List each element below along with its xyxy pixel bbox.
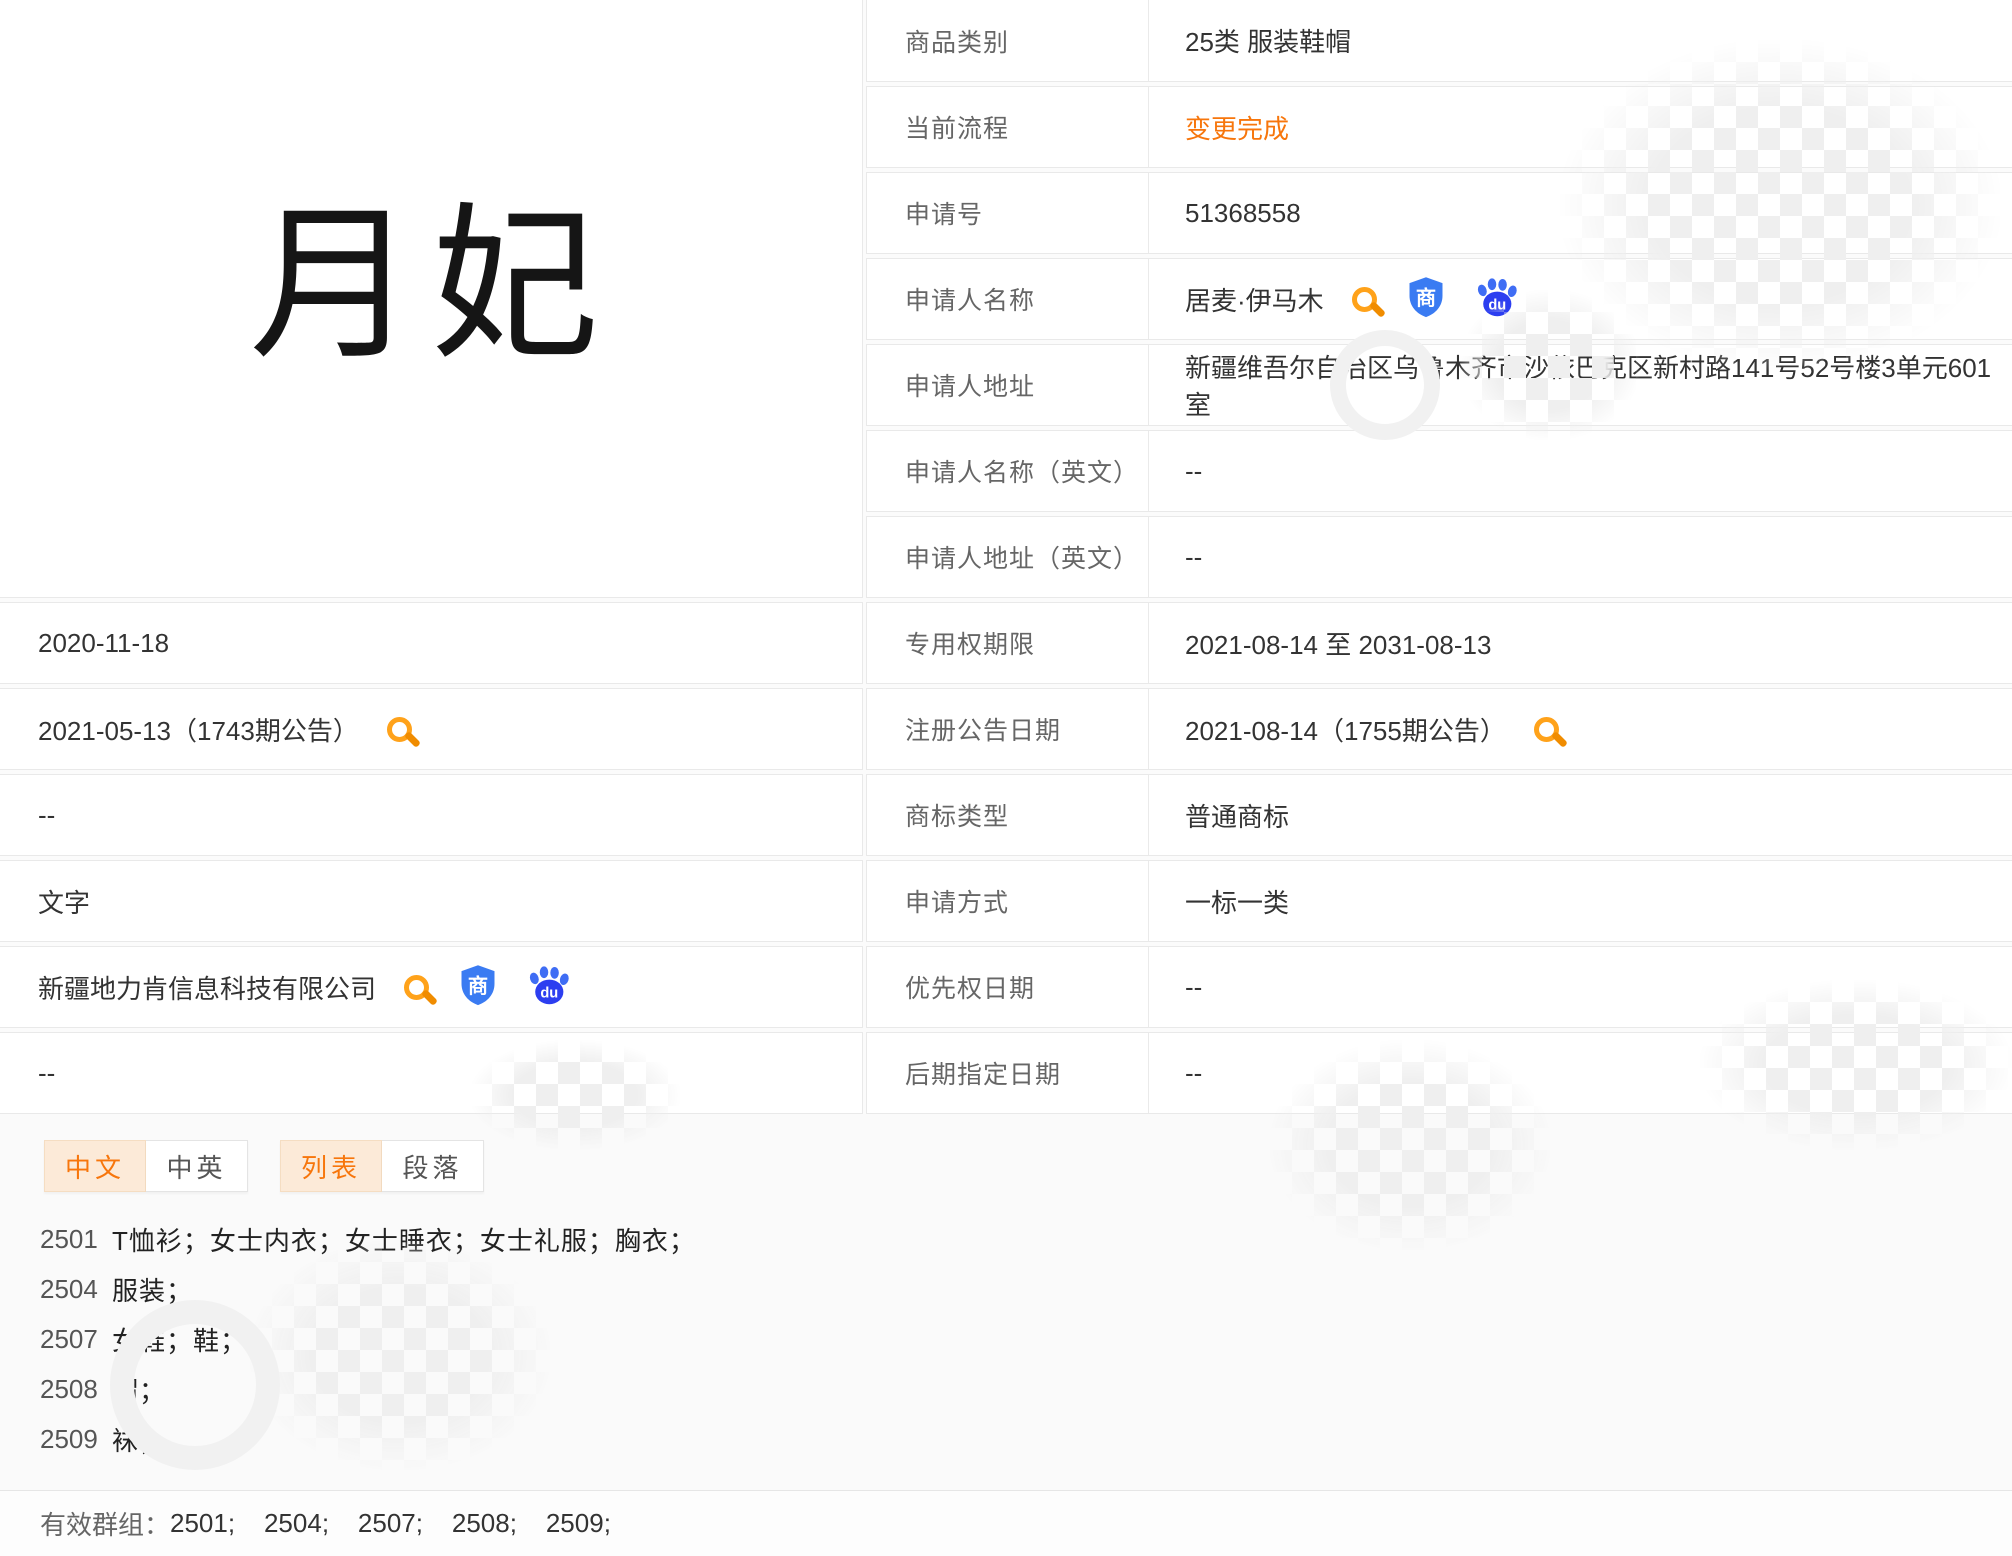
row-value: -- — [38, 799, 56, 830]
row-trademark-type: 商标类型 普通商标 — [866, 774, 2012, 856]
goods-row: 2504 服装； — [0, 1264, 1200, 1314]
tab-paragraph-view[interactable]: 段落 — [382, 1140, 484, 1192]
row-label: 注册公告日期 — [867, 689, 1149, 769]
row-applicant-name: 申请人名称 居麦·伊马木 商 du — [866, 258, 2012, 340]
baidu-icon[interactable]: du — [527, 965, 571, 1010]
row-goods-class: 商品类别 25类 服装鞋帽 — [866, 0, 2012, 82]
row-label: 申请号 — [867, 173, 1149, 253]
current-process-link[interactable]: 变更完成 — [1149, 109, 1289, 146]
row-value: 2021-05-13（1743期公告） — [38, 715, 359, 746]
language-tab-group: 中文 中英 — [44, 1140, 248, 1192]
goods-items: 女鞋；鞋； — [112, 1325, 248, 1356]
goods-list: 2501 T恤衫；女士内衣；女士睡衣；女士礼服；胸衣； 2504 服装； 250… — [0, 1214, 1200, 1464]
row-label: 申请人名称（英文） — [867, 431, 1149, 511]
row-priority-date: 优先权日期 -- — [866, 946, 2012, 1028]
row-value: 普通商标 — [1185, 801, 1290, 832]
row-current-process: 当前流程 变更完成 — [866, 86, 2012, 168]
trademark-image-cell: 月妃 — [0, 0, 863, 598]
row-applicant-address-en: 申请人地址（英文） -- — [866, 516, 2012, 598]
row-label: 商品类别 — [867, 0, 1149, 81]
goods-group-code: 2507 — [40, 1323, 98, 1354]
goods-row: 2508 帽； — [0, 1364, 1200, 1414]
row-exclusive-right-period: 专用权期限 2021-08-14 至 2031-08-13 — [866, 602, 2012, 684]
search-icon[interactable] — [1351, 286, 1377, 312]
row-registration-gazette-date: 注册公告日期 2021-08-14（1755期公告） — [866, 688, 2012, 770]
row-value: -- — [1185, 1057, 1203, 1088]
search-icon[interactable] — [386, 716, 412, 742]
trademark-name: 月妃 — [249, 191, 613, 379]
valid-groups-label: 有效群组： — [40, 1510, 171, 1540]
row-label: 申请人名称 — [867, 259, 1149, 339]
row-value: 2020-11-18 — [38, 627, 170, 658]
tab-list-view[interactable]: 列表 — [280, 1140, 382, 1192]
layout-tab-group: 列表 段落 — [280, 1140, 484, 1192]
row-label: 申请方式 — [867, 861, 1149, 941]
row-value: -- — [1185, 541, 1203, 572]
trademark-badge-icon[interactable]: 商 — [459, 964, 497, 1011]
goods-group-code: 2508 — [40, 1373, 98, 1404]
row-value: 51368558 — [1185, 197, 1301, 228]
row-value: -- — [1185, 455, 1203, 486]
row-applicant-name-en: 申请人名称（英文） -- — [866, 430, 2012, 512]
goods-row: 2507 女鞋；鞋； — [0, 1314, 1200, 1364]
row-label: 申请人地址 — [867, 345, 1149, 425]
row-later-designation-date: 后期指定日期 -- — [866, 1032, 2012, 1114]
svg-text:du: du — [1488, 297, 1506, 313]
svg-text:du: du — [540, 985, 558, 1001]
row-value: -- — [38, 1057, 56, 1088]
left-row-empty: -- — [0, 774, 863, 856]
left-row-application-date: 2020-11-18 — [0, 602, 863, 684]
goods-row: 2509 袜； — [0, 1414, 1200, 1464]
goods-group-code: 2509 — [40, 1423, 98, 1454]
row-label: 专用权期限 — [867, 603, 1149, 683]
goods-items: 袜； — [112, 1425, 167, 1456]
baidu-icon[interactable]: du — [1475, 277, 1519, 322]
search-icon[interactable] — [1533, 716, 1559, 742]
row-value: 文字 — [38, 887, 91, 918]
svg-text:商: 商 — [468, 973, 488, 997]
valid-groups-row: 有效群组： 2501; 2504; 2507; 2508; 2509; — [0, 1491, 2012, 1556]
row-value: 25类 服装鞋帽 — [1185, 27, 1352, 57]
row-value: 2021-08-14 至 2031-08-13 — [1185, 629, 1492, 660]
goods-items: T恤衫；女士内衣；女士睡衣；女士礼服；胸衣； — [112, 1225, 696, 1256]
goods-group-code: 2504 — [40, 1273, 98, 1304]
left-row-mark-form: 文字 — [0, 860, 863, 942]
row-label: 申请人地址（英文） — [867, 517, 1149, 597]
tab-chinese[interactable]: 中文 — [44, 1140, 146, 1192]
trademark-detail-page: 月妃 2020-11-18 2021-05-13（1743期公告） -- 文字 … — [0, 0, 2012, 1556]
row-application-number: 申请号 51368558 — [866, 172, 2012, 254]
row-value: 居麦·伊马木 — [1185, 285, 1324, 316]
tab-chinese-english[interactable]: 中英 — [146, 1140, 248, 1192]
row-application-mode: 申请方式 一标一类 — [866, 860, 2012, 942]
left-row-agency: 新疆地力肯信息科技有限公司 商 du — [0, 946, 863, 1028]
goods-group-code: 2501 — [40, 1223, 98, 1254]
row-value: -- — [1185, 971, 1203, 1002]
row-label: 当前流程 — [867, 87, 1149, 167]
row-label: 商标类型 — [867, 775, 1149, 855]
svg-text:商: 商 — [1416, 285, 1436, 309]
row-value: 新疆维吾尔自治区乌鲁木齐市沙依巴克区新村路141号52号楼3单元601室 — [1185, 353, 1992, 420]
goods-items: 帽； — [112, 1375, 167, 1406]
valid-groups-values: 2501; 2504; 2507; 2508; 2509; — [170, 1508, 611, 1538]
left-row-empty-2: -- — [0, 1032, 863, 1114]
goods-items: 服装； — [112, 1275, 194, 1306]
row-applicant-address: 申请人地址 新疆维吾尔自治区乌鲁木齐市沙依巴克区新村路141号52号楼3单元60… — [866, 344, 2012, 426]
goods-section: 中文 中英 列表 段落 2501 T恤衫；女士内衣；女士睡衣；女士礼服；胸衣； … — [0, 1114, 2012, 1556]
row-label: 后期指定日期 — [867, 1033, 1149, 1113]
search-icon[interactable] — [404, 974, 430, 1000]
trademark-badge-icon[interactable]: 商 — [1407, 276, 1445, 323]
goods-row: 2501 T恤衫；女士内衣；女士睡衣；女士礼服；胸衣； — [0, 1214, 1200, 1264]
row-value: 一标一类 — [1185, 887, 1290, 918]
row-value: 2021-08-14（1755期公告） — [1185, 715, 1506, 746]
left-row-first-gazette: 2021-05-13（1743期公告） — [0, 688, 863, 770]
row-label: 优先权日期 — [867, 947, 1149, 1027]
row-value: 新疆地力肯信息科技有限公司 — [38, 973, 377, 1004]
